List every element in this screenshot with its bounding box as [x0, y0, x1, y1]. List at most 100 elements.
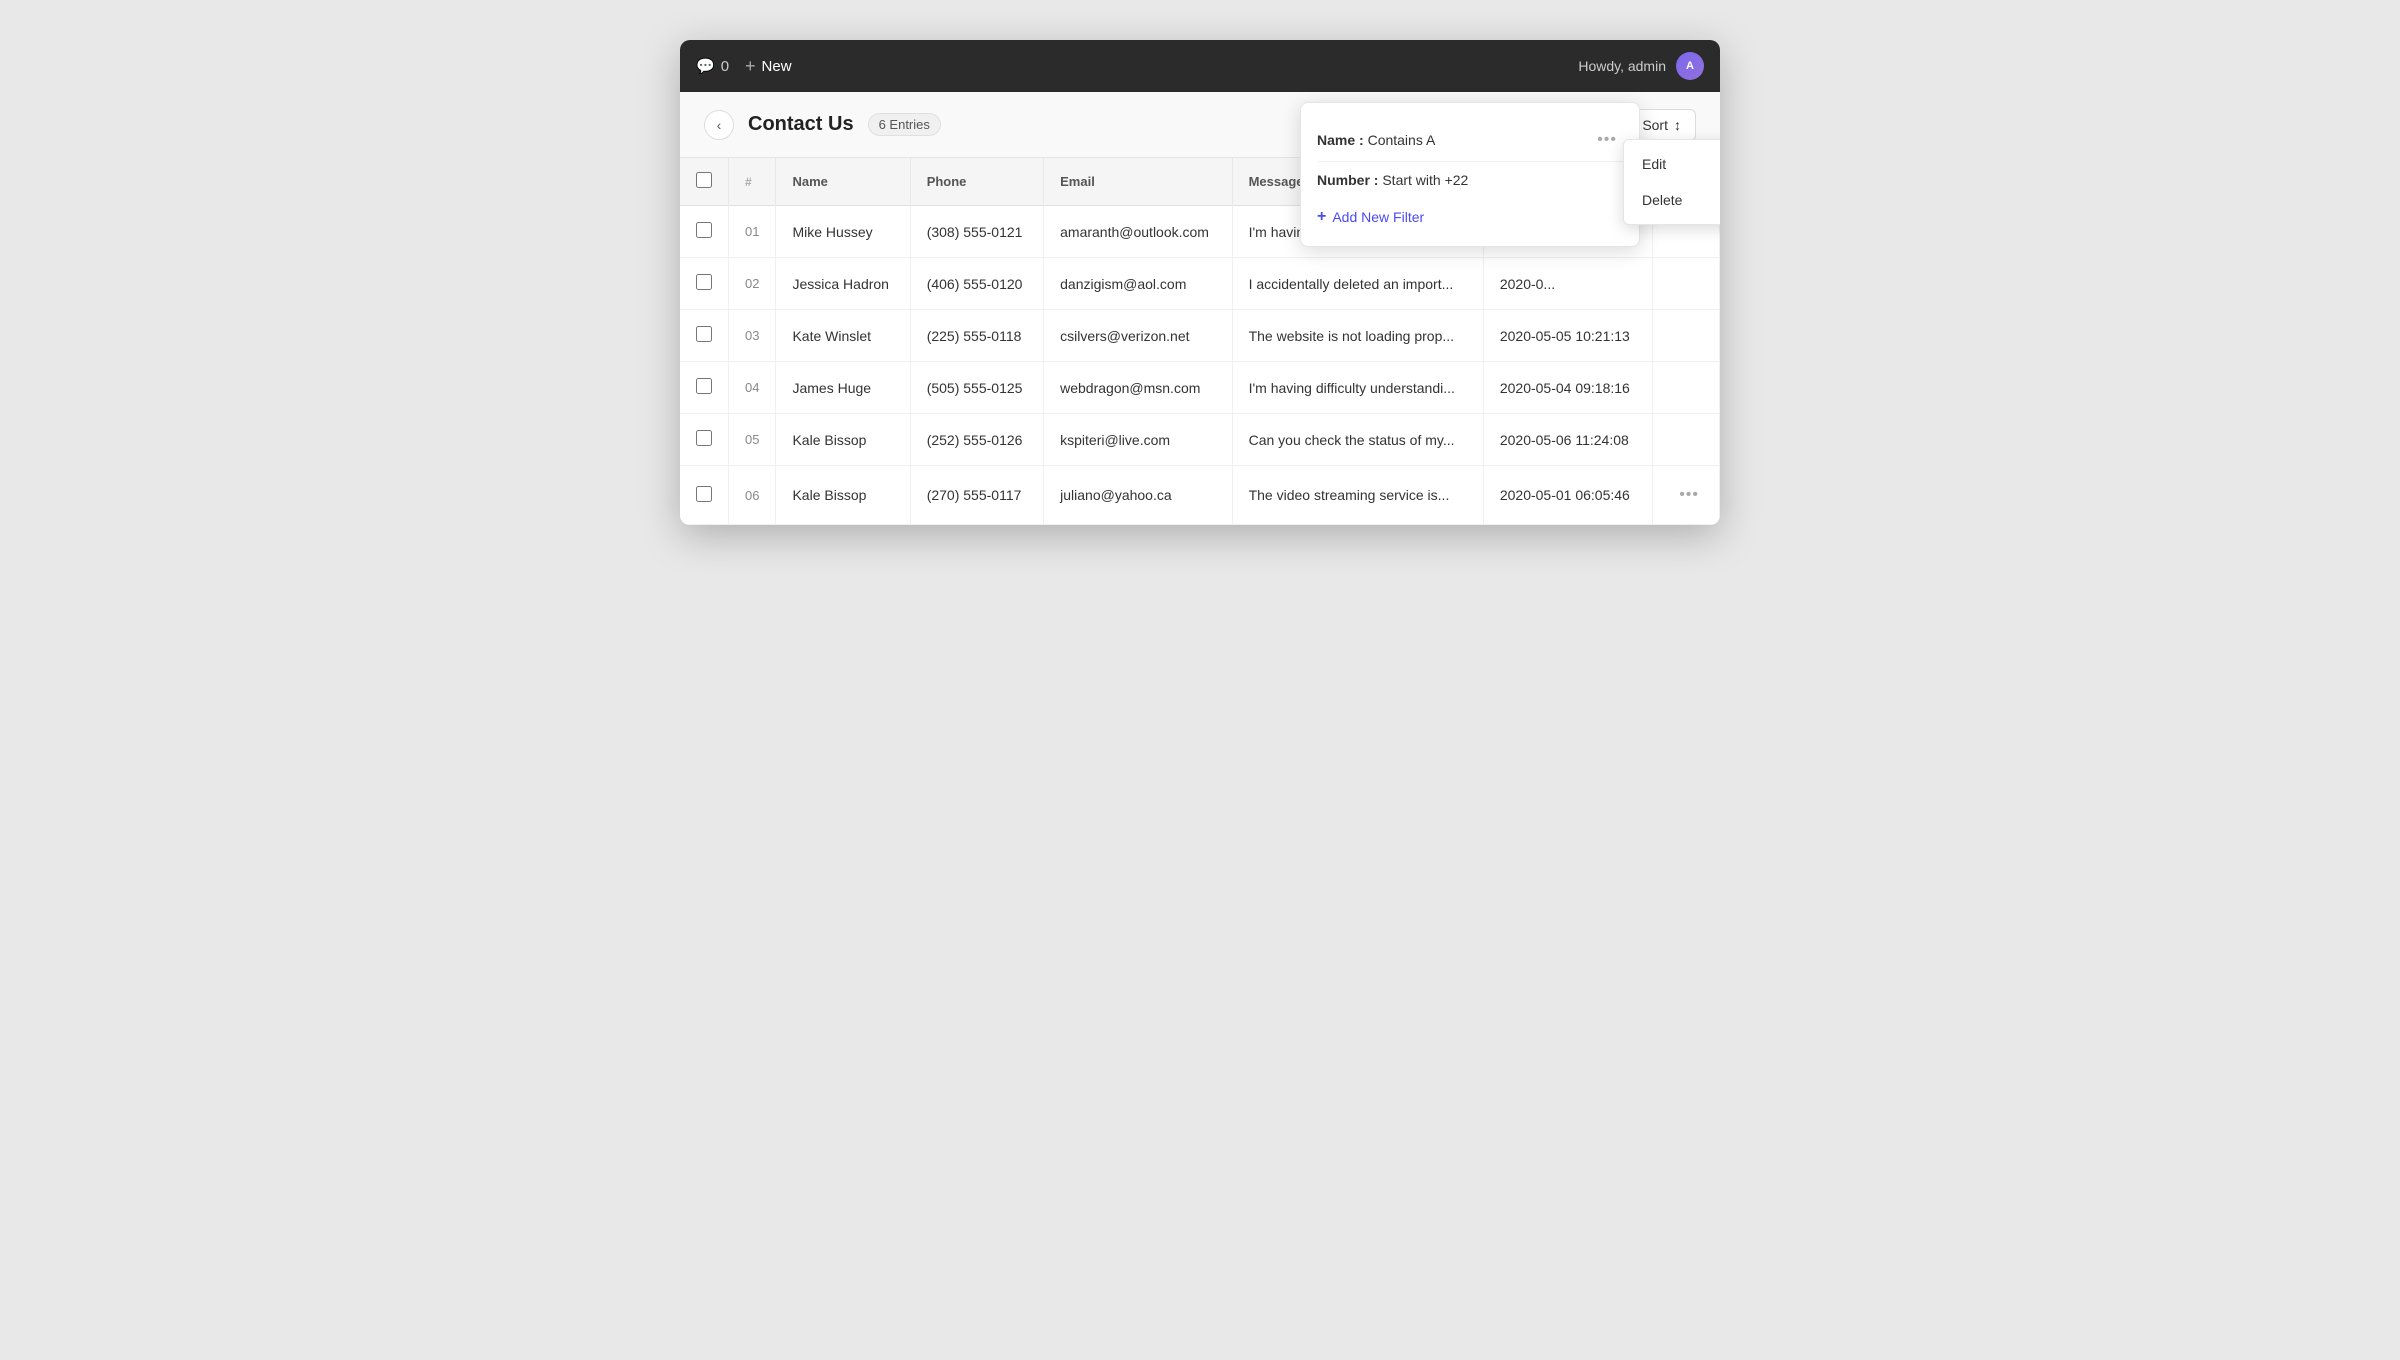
titlebar-left: 💬 0 + New	[696, 56, 792, 77]
table-row: 04 James Huge (505) 555-0125 webdragon@m…	[680, 362, 1720, 414]
row-email: webdragon@msn.com	[1044, 362, 1232, 414]
row-checkbox[interactable]	[696, 486, 712, 502]
comment-count-area: 💬 0	[696, 57, 729, 75]
filter2-text: Number : Start with +22	[1317, 172, 1468, 188]
sort-icon: ↕	[1674, 117, 1681, 133]
row-checkbox[interactable]	[696, 222, 712, 238]
row-checkbox-cell	[680, 466, 729, 525]
row-num: 03	[729, 310, 776, 362]
row-actions	[1652, 362, 1719, 414]
col-checkbox	[680, 158, 729, 206]
col-num: #	[729, 158, 776, 206]
row-actions: •••	[1652, 466, 1719, 525]
row-checkbox-cell	[680, 206, 729, 258]
table-row: 03 Kate Winslet (225) 555-0118 csilvers@…	[680, 310, 1720, 362]
filter1-label: Name :	[1317, 132, 1364, 148]
filter-panel: Name : Contains A ••• Edit Delete Number…	[1300, 102, 1640, 247]
titlebar: 💬 0 + New Howdy, admin A	[680, 40, 1720, 92]
comment-icon: 💬	[696, 57, 715, 75]
row-checkbox[interactable]	[696, 430, 712, 446]
row-checkbox-cell	[680, 362, 729, 414]
row-name: Jessica Hadron	[776, 258, 910, 310]
row-actions	[1652, 310, 1719, 362]
row-name: James Huge	[776, 362, 910, 414]
row-actions	[1652, 414, 1719, 466]
greeting-text: Howdy, admin	[1578, 58, 1666, 74]
table-container: # Name Phone Email Message Contact Date …	[680, 158, 1720, 525]
filter-context-menu: Edit Delete	[1623, 139, 1720, 225]
filter1-value: Contains A	[1368, 132, 1436, 148]
page-header-left: ‹ Contact Us 6 Entries	[704, 110, 941, 140]
titlebar-right: Howdy, admin A	[1578, 52, 1704, 80]
new-button-label: New	[762, 58, 792, 75]
row-name: Kale Bissop	[776, 466, 910, 525]
row-message: The website is not loading prop...	[1232, 310, 1483, 362]
row-message: I accidentally deleted an import...	[1232, 258, 1483, 310]
row-phone: (252) 555-0126	[910, 414, 1043, 466]
plus-icon: +	[745, 56, 756, 77]
avatar: A	[1676, 52, 1704, 80]
entries-badge: 6 Entries	[868, 113, 941, 136]
row-phone: (505) 555-0125	[910, 362, 1043, 414]
row-name: Kale Bissop	[776, 414, 910, 466]
row-phone: (225) 555-0118	[910, 310, 1043, 362]
row-phone: (270) 555-0117	[910, 466, 1043, 525]
new-button[interactable]: + New	[745, 56, 792, 77]
back-button[interactable]: ‹	[704, 110, 734, 140]
row-email: juliano@yahoo.ca	[1044, 466, 1232, 525]
context-menu-edit[interactable]: Edit	[1624, 146, 1720, 182]
row-date: 2020-0...	[1483, 258, 1652, 310]
add-filter-plus-icon: +	[1317, 208, 1326, 226]
add-filter-button[interactable]: + Add New Filter	[1317, 198, 1424, 230]
col-name: Name	[776, 158, 910, 206]
row-phone: (308) 555-0121	[910, 206, 1043, 258]
comment-count: 0	[721, 58, 729, 75]
filter-item-2: Number : Start with +22	[1317, 162, 1623, 198]
row-checkbox-cell	[680, 310, 729, 362]
row-date: 2020-05-06 11:24:08	[1483, 414, 1652, 466]
row-email: kspiteri@live.com	[1044, 414, 1232, 466]
sort-label: Sort	[1642, 117, 1668, 133]
filter1-text: Name : Contains A	[1317, 132, 1435, 148]
row-date: 2020-05-05 10:21:13	[1483, 310, 1652, 362]
row-num: 06	[729, 466, 776, 525]
row-name: Mike Hussey	[776, 206, 910, 258]
row-date: 2020-05-04 09:18:16	[1483, 362, 1652, 414]
row-date: 2020-05-01 06:05:46	[1483, 466, 1652, 525]
table-row: 05 Kale Bissop (252) 555-0126 kspiteri@l…	[680, 414, 1720, 466]
col-email: Email	[1044, 158, 1232, 206]
row-checkbox-cell	[680, 258, 729, 310]
select-all-checkbox[interactable]	[696, 172, 712, 188]
app-window: 💬 0 + New Howdy, admin A ‹ Contact Us 6 …	[680, 40, 1720, 525]
row-checkbox[interactable]	[696, 378, 712, 394]
page-title: Contact Us	[748, 113, 854, 136]
row-checkbox[interactable]	[696, 274, 712, 290]
filter-item-1: Name : Contains A •••	[1317, 119, 1623, 162]
row-num: 05	[729, 414, 776, 466]
row-message: I'm having difficulty understandi...	[1232, 362, 1483, 414]
row-email: amaranth@outlook.com	[1044, 206, 1232, 258]
add-filter-label: Add New Filter	[1332, 209, 1424, 225]
row-num: 02	[729, 258, 776, 310]
row-checkbox-cell	[680, 414, 729, 466]
context-menu-delete[interactable]: Delete	[1624, 182, 1720, 218]
col-phone: Phone	[910, 158, 1043, 206]
filter-item-container-1: Name : Contains A ••• Edit Delete	[1317, 119, 1623, 162]
row-name: Kate Winslet	[776, 310, 910, 362]
row-phone: (406) 555-0120	[910, 258, 1043, 310]
row-email: danzigism@aol.com	[1044, 258, 1232, 310]
table-row: 06 Kale Bissop (270) 555-0117 juliano@ya…	[680, 466, 1720, 525]
filter2-label: Number :	[1317, 172, 1378, 188]
row-email: csilvers@verizon.net	[1044, 310, 1232, 362]
row-message: The video streaming service is...	[1232, 466, 1483, 525]
filter1-menu-button[interactable]: •••	[1591, 129, 1623, 151]
row-actions	[1652, 258, 1719, 310]
back-icon: ‹	[717, 117, 722, 133]
filter2-value: Start with +22	[1382, 172, 1468, 188]
row-num: 04	[729, 362, 776, 414]
row-menu-button[interactable]: •••	[1671, 482, 1707, 508]
row-num: 01	[729, 206, 776, 258]
row-checkbox[interactable]	[696, 326, 712, 342]
table-row: 02 Jessica Hadron (406) 555-0120 danzigi…	[680, 258, 1720, 310]
row-message: Can you check the status of my...	[1232, 414, 1483, 466]
